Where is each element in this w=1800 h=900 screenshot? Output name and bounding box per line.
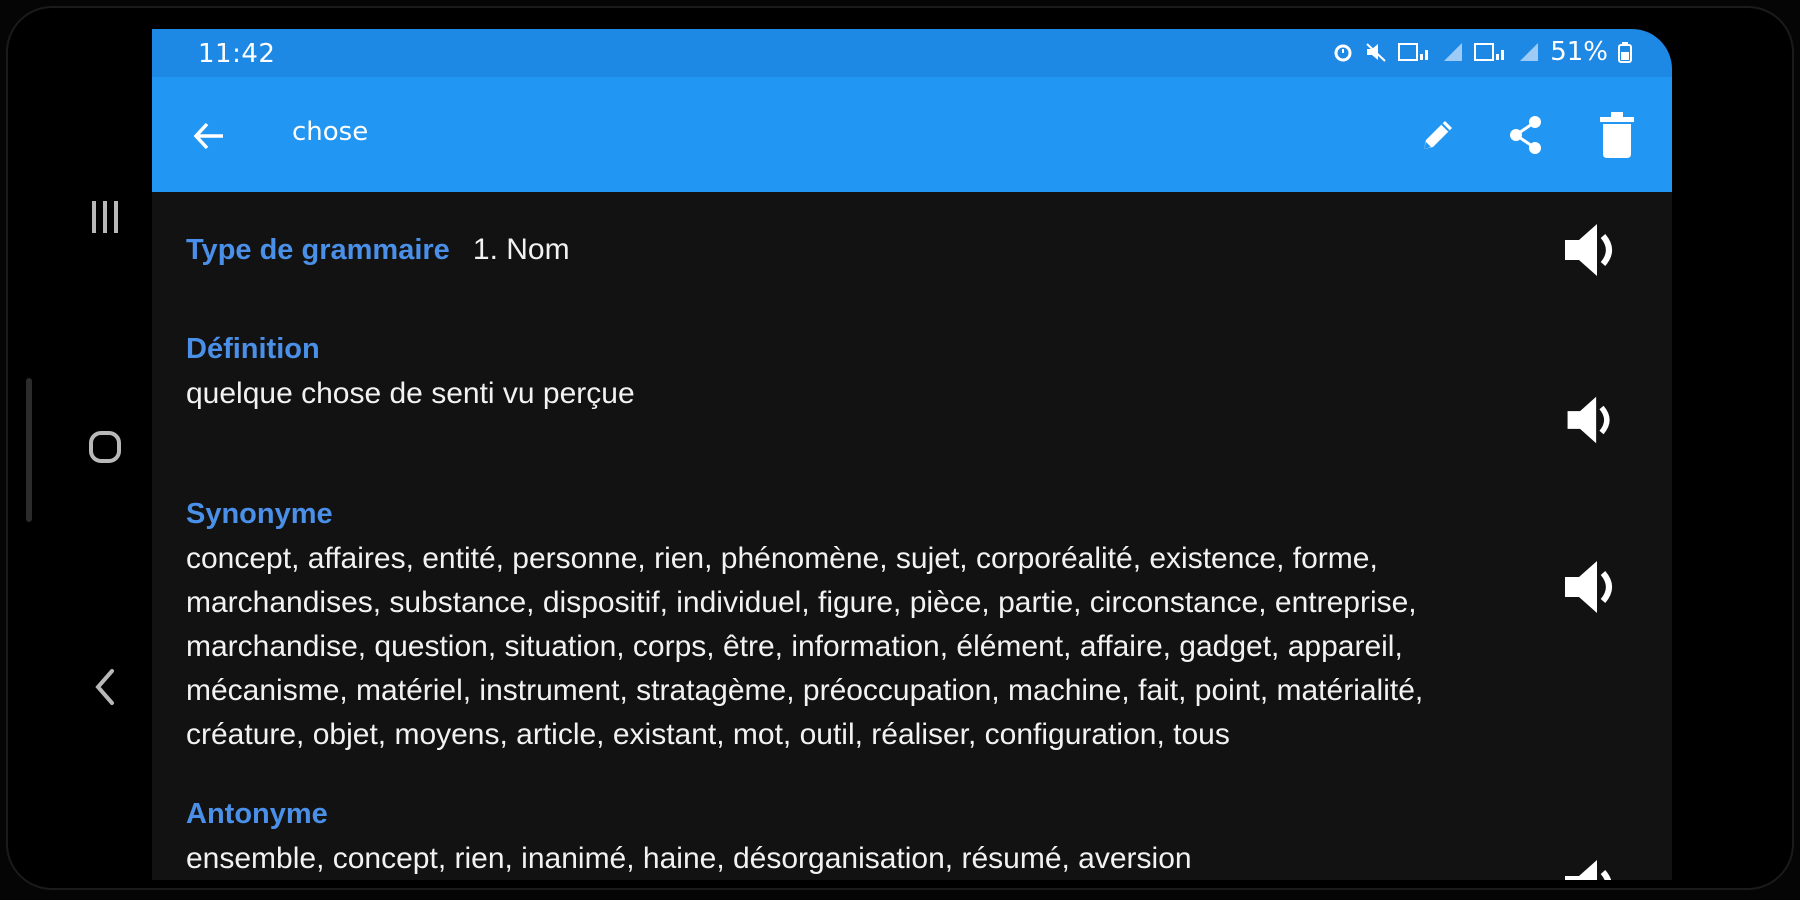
volte-icon: [1474, 41, 1508, 63]
entry-content: Type de grammaire 1. Nom Définition quel…: [152, 192, 1672, 880]
speak-synonym-button[interactable]: [1556, 554, 1622, 620]
antonym-value: ensemble, concept, rien, inanimé, haine,…: [186, 842, 1192, 875]
edit-icon: [1424, 121, 1452, 149]
alarm-icon: [1332, 41, 1354, 63]
back-button[interactable]: [182, 109, 236, 163]
app-bar: chose: [152, 77, 1672, 192]
status-icons: 51%: [1332, 37, 1632, 67]
page-title: chose: [292, 117, 369, 147]
share-icon: [1510, 116, 1541, 154]
signal-icon: [1442, 41, 1464, 63]
signal-icon: [1518, 41, 1540, 63]
grammar-label: Type de grammaire: [186, 234, 450, 266]
speaker-icon: [1567, 396, 1610, 444]
speaker-icon: [1565, 860, 1611, 880]
antonym-row: Antonyme ensemble, concept, rien, inanim…: [186, 798, 1526, 880]
grammar-row: Type de grammaire 1. Nom: [186, 228, 1526, 272]
synonym-label: Synonyme: [186, 498, 333, 530]
back-icon: [95, 669, 114, 705]
recent-apps-button[interactable]: [60, 192, 150, 242]
edit-button[interactable]: [1410, 107, 1466, 163]
speak-grammar-button[interactable]: [1556, 217, 1622, 283]
speak-definition-button[interactable]: [1556, 387, 1622, 453]
speaker-icon: [1565, 224, 1612, 276]
mute-icon: [1364, 41, 1388, 63]
speak-antonym-button[interactable]: [1556, 853, 1622, 880]
app-screen: 11:42 51% chose Type de grammaire 1. Nom…: [152, 29, 1672, 880]
definition-label: Définition: [186, 333, 320, 365]
delete-icon: [1600, 112, 1634, 158]
device: 11:42 51% chose Type de grammaire 1. Nom…: [0, 0, 1800, 900]
delete-button[interactable]: [1589, 107, 1645, 163]
status-time: 11:42: [198, 39, 276, 69]
battery-percentage: 51%: [1550, 37, 1608, 67]
side-button: [26, 378, 32, 522]
definition-row: Définition quelque chose de senti vu per…: [186, 333, 1526, 416]
system-back-button[interactable]: [60, 662, 150, 712]
system-nav-bar: [60, 150, 150, 750]
status-bar: 11:42 51%: [152, 29, 1672, 77]
home-button[interactable]: [60, 422, 150, 472]
volte-icon: [1398, 41, 1432, 63]
speaker-icon: [1565, 561, 1612, 613]
arrow-left-icon: [193, 122, 223, 150]
home-icon: [89, 431, 121, 463]
synonym-row: Synonyme concept, affaires, entité, pers…: [186, 498, 1526, 757]
share-button[interactable]: [1498, 107, 1554, 163]
definition-value: quelque chose de senti vu perçue: [186, 377, 635, 410]
antonym-label: Antonyme: [186, 798, 328, 830]
recent-apps-icon: [92, 201, 118, 233]
battery-icon: [1618, 41, 1632, 63]
grammar-value: 1. Nom: [472, 233, 570, 266]
synonym-value: concept, affaires, entité, personne, rie…: [186, 542, 1424, 751]
